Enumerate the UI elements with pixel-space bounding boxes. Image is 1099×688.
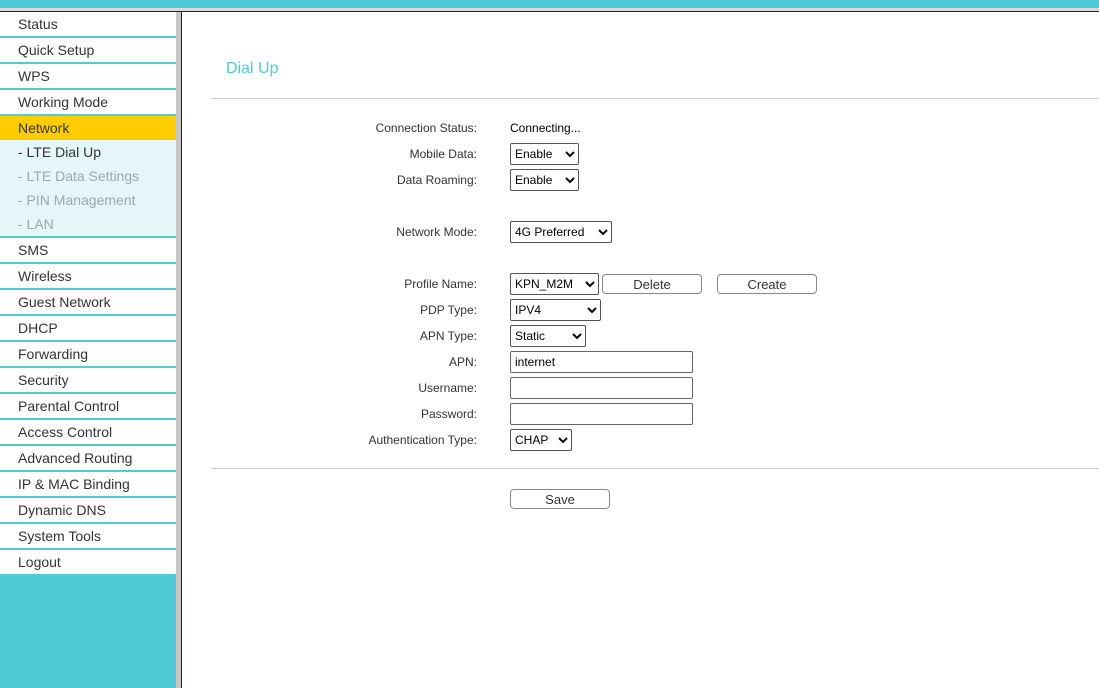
divider [211,468,1099,469]
sidebar-item-wireless[interactable]: Wireless [0,264,176,290]
apn-type-select[interactable]: Static [510,325,586,347]
sidebar-item-network[interactable]: Network [0,116,176,140]
sidebar-item-access-control[interactable]: Access Control [0,420,176,446]
pdp-type-select[interactable]: IPV4 [510,299,601,321]
divider [211,98,1099,99]
auth-type-select[interactable]: CHAP [510,429,572,451]
create-button[interactable]: Create [717,274,817,294]
sidebar-item-ip-mac-binding[interactable]: IP & MAC Binding [0,472,176,498]
password-label: Password: [420,407,477,421]
submenu-lte-data-settings[interactable]: - LTE Data Settings [0,164,176,188]
top-banner [0,0,1099,8]
profile-name-label: Profile Name: [404,277,477,291]
sidebar-item-wps[interactable]: WPS [0,64,176,90]
sidebar-item-working-mode[interactable]: Working Mode [0,90,176,116]
sidebar-item-guest-network[interactable]: Guest Network [0,290,176,316]
submenu-lte-dial-up[interactable]: - LTE Dial Up [0,140,176,164]
sidebar-item-parental-control[interactable]: Parental Control [0,394,176,420]
auth-type-label: Authentication Type: [368,433,477,447]
main-content: Dial Up Connection Status: Connecting... … [182,12,1099,688]
connection-status-value: Connecting... [510,121,581,135]
password-input[interactable] [510,403,693,425]
save-button[interactable]: Save [510,489,610,509]
username-label: Username: [418,381,477,395]
network-mode-select[interactable]: 4G Preferred [510,221,612,243]
sidebar-item-system-tools[interactable]: System Tools [0,524,176,550]
delete-button[interactable]: Delete [602,274,702,294]
submenu-lan[interactable]: - LAN [0,212,176,236]
sidebar-item-dynamic-dns[interactable]: Dynamic DNS [0,498,176,524]
network-submenu: - LTE Dial Up - LTE Data Settings - PIN … [0,140,176,238]
sidebar-item-sms[interactable]: SMS [0,238,176,264]
sidebar-item-security[interactable]: Security [0,368,176,394]
profile-name-select[interactable]: KPN_M2M [510,273,599,295]
sidebar-item-quick-setup[interactable]: Quick Setup [0,38,176,64]
mobile-data-label: Mobile Data: [409,147,477,161]
data-roaming-select[interactable]: Enable [510,169,579,191]
mobile-data-select[interactable]: Enable [510,143,579,165]
sidebar-item-status[interactable]: Status [0,12,176,38]
apn-input[interactable] [510,351,693,373]
apn-type-label: APN Type: [419,329,477,343]
sidebar-menu: Status Quick Setup WPS Working Mode Netw… [0,12,176,688]
sidebar-item-dhcp[interactable]: DHCP [0,316,176,342]
sidebar-item-advanced-routing[interactable]: Advanced Routing [0,446,176,472]
page-title: Dial Up [226,60,279,77]
sidebar-item-forwarding[interactable]: Forwarding [0,342,176,368]
network-mode-label: Network Mode: [396,225,477,239]
data-roaming-label: Data Roaming: [396,173,477,187]
sidebar-item-logout[interactable]: Logout [0,550,176,576]
submenu-pin-management[interactable]: - PIN Management [0,188,176,212]
connection-status-label: Connection Status: [375,121,477,135]
pdp-type-label: PDP Type: [420,303,477,317]
username-input[interactable] [510,377,693,399]
apn-label: APN: [448,355,477,369]
